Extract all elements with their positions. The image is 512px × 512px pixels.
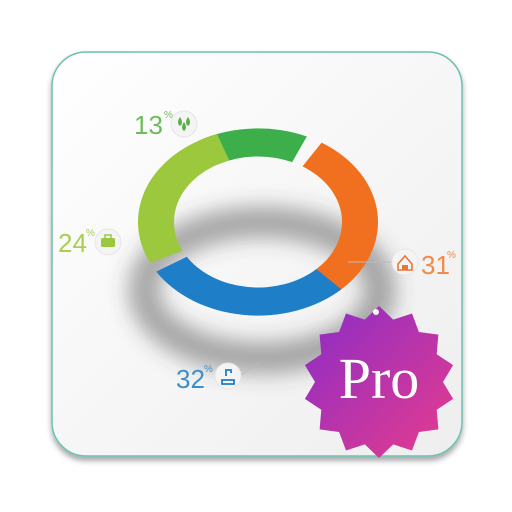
app-icon: 13 % 24 % 31 % 32 % Pro (51, 51, 463, 458)
pro-badge-label: Pro (339, 346, 420, 411)
tap-icon (214, 362, 242, 390)
house-icon (391, 248, 419, 276)
badge-hole (373, 309, 379, 315)
percent-value: 32 (176, 364, 205, 394)
percent-value: 31 (421, 250, 450, 280)
percent-unit: % (86, 228, 95, 239)
percent-value: 24 (58, 228, 87, 258)
percent-unit: % (447, 250, 456, 261)
percent-value: 13 (134, 110, 163, 140)
percent-unit: % (204, 364, 213, 375)
